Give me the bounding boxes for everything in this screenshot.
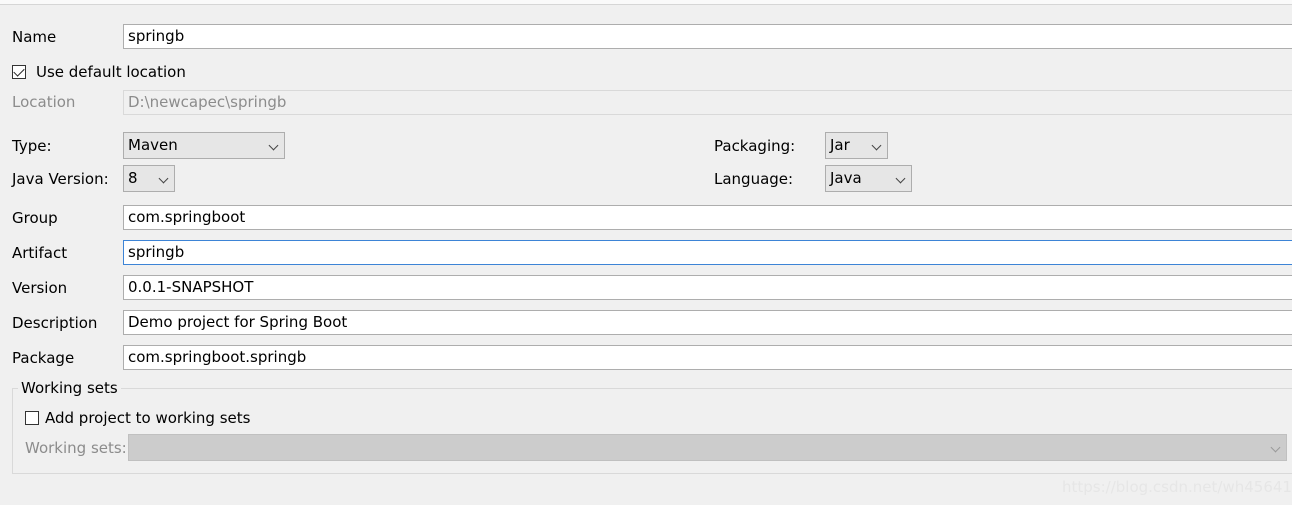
name-input[interactable]: springb (123, 24, 1292, 49)
packaging-label: Packaging: (714, 137, 796, 155)
working-sets-title: Working sets (18, 378, 121, 398)
use-default-location-checkbox[interactable] (12, 65, 26, 79)
working-sets-label: Working sets: (25, 439, 127, 457)
version-input[interactable]: 0.0.1-SNAPSHOT (123, 275, 1292, 300)
location-input: D:\newcapec\springb (123, 90, 1292, 115)
packaging-select-value: Jar (830, 136, 850, 154)
version-label: Version (12, 279, 68, 297)
name-label: Name (12, 28, 57, 46)
language-select-value: Java (830, 169, 862, 187)
dialog-top-border (0, 0, 1292, 5)
working-sets-select (128, 434, 1287, 461)
java-version-select-value: 8 (128, 169, 138, 187)
language-select[interactable]: Java (825, 165, 912, 192)
chevron-down-icon (158, 173, 169, 184)
use-default-location-label[interactable]: Use default location (36, 62, 186, 82)
group-label: Group (12, 209, 58, 227)
group-input[interactable]: com.springboot (123, 205, 1292, 230)
chevron-down-icon (268, 140, 279, 151)
location-label: Location (12, 93, 76, 111)
package-label: Package (12, 349, 75, 367)
chevron-down-icon (871, 140, 882, 151)
packaging-select[interactable]: Jar (825, 132, 888, 159)
description-input[interactable]: Demo project for Spring Boot (123, 310, 1292, 335)
check-icon (13, 65, 25, 77)
package-input[interactable]: com.springboot.springb (123, 345, 1292, 370)
chevron-down-icon (895, 173, 906, 184)
java-version-select[interactable]: 8 (123, 165, 175, 192)
watermark-text: https://blog.csdn.net/wh456413 (1062, 478, 1292, 496)
working-sets-group (12, 388, 1292, 474)
artifact-label: Artifact (12, 244, 68, 262)
type-select[interactable]: Maven (123, 132, 285, 159)
artifact-input[interactable]: springb (123, 240, 1292, 265)
add-to-working-sets-label[interactable]: Add project to working sets (45, 408, 250, 428)
add-to-working-sets-checkbox[interactable] (25, 411, 39, 425)
type-select-value: Maven (128, 136, 178, 154)
type-label: Type: (12, 137, 52, 155)
language-label: Language: (714, 170, 794, 188)
description-label: Description (12, 314, 98, 332)
java-version-label: Java Version: (12, 170, 109, 188)
chevron-down-icon (1270, 442, 1281, 453)
